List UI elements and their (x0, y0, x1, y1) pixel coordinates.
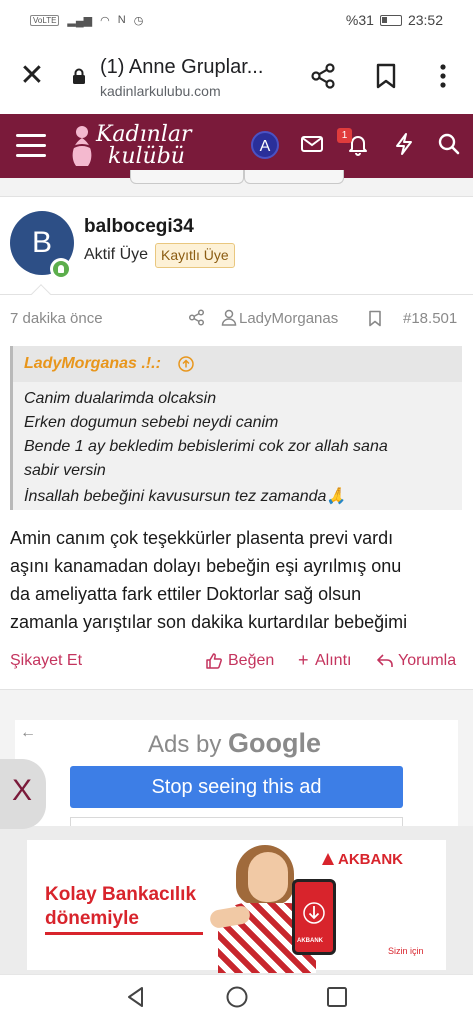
logo-figure-icon (71, 126, 93, 166)
mail-icon[interactable] (300, 134, 324, 154)
post-body-line: da ameliyatta fark ettiler Doktorlar sağ… (10, 584, 362, 604)
quote-button[interactable]: Alıntı (315, 652, 351, 670)
wifi-icon: ◠ (100, 14, 110, 27)
notification-badge: 1 (337, 128, 352, 143)
divider (0, 294, 473, 295)
home-icon[interactable] (225, 985, 249, 1009)
stop-seeing-ad-button[interactable]: Stop seeing this ad (70, 766, 403, 808)
ad-headline-line1: Kolay Bankacılık (45, 884, 197, 905)
quote-line: Canim dualarimda olcaksin (24, 390, 217, 407)
quote-line: Bende 1 ay bekledim bebislerimi cok zor … (24, 438, 388, 455)
search-icon[interactable] (437, 132, 461, 156)
back-icon[interactable] (124, 985, 148, 1009)
post-time[interactable]: 7 dakika önce (10, 310, 103, 327)
menu-icon[interactable] (16, 134, 46, 158)
page-url[interactable]: kadinlarkulubu.com (100, 83, 221, 99)
site-logo[interactable]: Kadınlar kulübü (66, 120, 196, 172)
battery-icon (379, 14, 402, 26)
report-button[interactable]: Şikayet Et (10, 652, 82, 670)
nfc-icon: N (117, 14, 126, 26)
lock-icon (73, 68, 85, 84)
reply-button[interactable]: Yorumla (398, 652, 456, 670)
ads-by-google: Ads by Google (148, 728, 321, 759)
phone-brand-text: AKBANK (297, 938, 323, 944)
logo-text-line2: kulübü (108, 144, 185, 169)
ad-back-arrow-icon[interactable]: ← (20, 724, 36, 742)
online-status-icon (50, 258, 72, 280)
battery-percent: %31 (345, 12, 374, 28)
bookmark-post-icon[interactable] (368, 310, 382, 327)
nav-pill-right[interactable] (244, 170, 344, 184)
quote-line: Erken dogumun sebebi neydi canim (24, 414, 279, 431)
post-body-line: aşını kanamadan dolayı bebeğin eşi ayrıl… (10, 556, 402, 576)
quote-line: sabir versin (24, 462, 106, 479)
bookmark-icon[interactable] (372, 62, 400, 90)
user-title: Aktif Üye (84, 246, 149, 263)
post-number[interactable]: #18.501 (403, 310, 457, 327)
recent-apps-icon[interactable] (326, 986, 348, 1008)
share-icon[interactable] (309, 62, 337, 90)
close-ad-tab[interactable]: X (0, 759, 46, 829)
quote-author[interactable]: LadyMorganas .!.: (24, 355, 161, 373)
ads-by-label: Ads by (148, 731, 222, 758)
status-bar: VoLTE ▂▄▆ ◠ N ◷ %31 23:52 (0, 0, 473, 40)
signal-icon: ▂▄▆ (67, 14, 93, 27)
ad-headline-line2: dönemiyle (45, 908, 139, 929)
close-ad-icon[interactable]: X (12, 774, 32, 808)
user-banner: Kayıtlı Üye (155, 243, 235, 268)
ad-brand: AKBANK (338, 851, 403, 868)
plus-icon[interactable]: + (298, 650, 309, 671)
ad-woman-face (248, 852, 288, 902)
post-body-line: zamanla yarıştılar son dakika kurtardıla… (10, 612, 408, 632)
alarm-icon: ◷ (133, 14, 144, 27)
post-body-line: Amin canım çok teşekkürler plasenta prev… (10, 528, 394, 548)
close-tab-button[interactable]: ✕ (18, 61, 46, 91)
clock: 23:52 (407, 12, 443, 28)
volte-icon: VoLTE (30, 14, 60, 26)
go-to-quote-icon[interactable] (178, 356, 194, 372)
user-icon (221, 309, 237, 326)
down-arrow-icon (303, 902, 325, 924)
reply-icon[interactable] (376, 652, 394, 670)
nav-pill-left[interactable] (130, 170, 244, 184)
like-button[interactable]: Beğen (228, 652, 274, 670)
lightning-icon[interactable] (393, 132, 415, 156)
reply-to-user[interactable]: LadyMorganas (239, 310, 338, 327)
like-icon[interactable] (205, 652, 223, 670)
google-label: Google (228, 728, 322, 758)
share-post-icon[interactable] (188, 309, 205, 326)
username[interactable]: balbocegi34 (84, 216, 194, 238)
ad-headline-underline (45, 932, 203, 935)
page-title[interactable]: (1) Anne Gruplar... (100, 56, 263, 79)
account-avatar[interactable]: A (251, 131, 279, 159)
more-options-icon[interactable] (429, 62, 457, 90)
akbank-logo-icon (322, 853, 334, 865)
ad-tagline: Sizin için (388, 946, 424, 956)
quote-line: İnsallah bebeğini kavusursun tez zamanda… (24, 488, 347, 505)
